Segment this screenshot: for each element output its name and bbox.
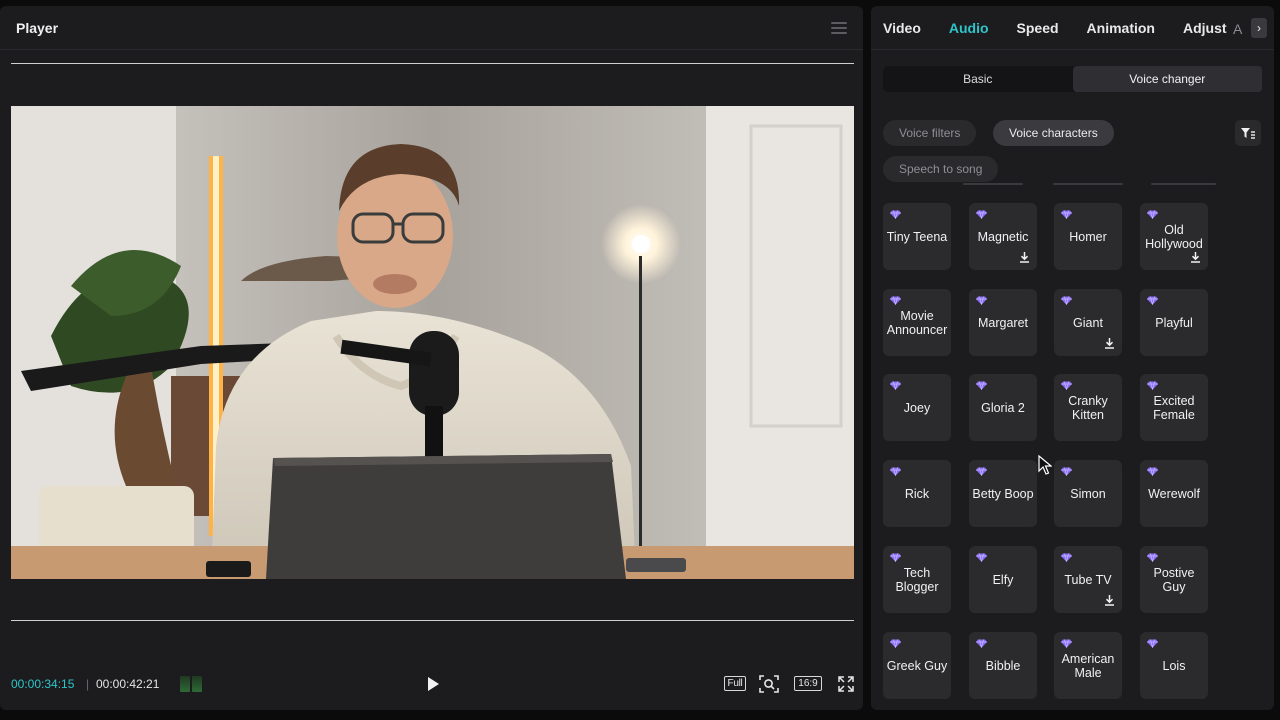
tab-overflow[interactable]: A bbox=[1233, 21, 1242, 37]
voice-card[interactable]: Elfy bbox=[969, 546, 1037, 613]
timeline-rule-top bbox=[11, 63, 854, 64]
audio-mode-switch: Basic Voice changer bbox=[883, 66, 1262, 92]
voice-card-label: Tech Blogger bbox=[895, 565, 939, 594]
zoom-icon[interactable] bbox=[759, 674, 779, 694]
video-preview[interactable] bbox=[11, 106, 854, 579]
voice-card-label: Betty Boop bbox=[972, 486, 1034, 501]
audio-level-meter bbox=[180, 676, 202, 692]
voice-card-label: Playful bbox=[1155, 315, 1193, 330]
voice-card[interactable]: Werewolf bbox=[1140, 460, 1208, 527]
voice-card[interactable]: Tube TV bbox=[1054, 546, 1122, 613]
chip-speech-to-song[interactable]: Speech to song bbox=[883, 156, 999, 182]
property-tabs: Video Audio Speed Animation Adjust A › bbox=[871, 6, 1274, 50]
row-divider bbox=[1151, 183, 1216, 185]
download-icon[interactable] bbox=[1104, 337, 1115, 349]
voice-card[interactable]: Greek Guy bbox=[883, 632, 951, 699]
properties-panel: Video Audio Speed Animation Adjust A › B… bbox=[871, 6, 1274, 710]
menu-icon[interactable] bbox=[831, 21, 847, 34]
chip-voice-characters[interactable]: Voice characters bbox=[993, 120, 1114, 146]
player-controls: 00:00:34:15 | 00:00:42:21 Full 16:9 bbox=[0, 666, 863, 702]
tab-video[interactable]: Video bbox=[883, 20, 921, 36]
timeline-rule-bottom bbox=[11, 620, 854, 621]
row-divider bbox=[1053, 183, 1123, 185]
voice-card[interactable]: Cranky Kitten bbox=[1054, 374, 1122, 441]
voice-card[interactable]: Joey bbox=[883, 374, 951, 441]
player-header: Player bbox=[0, 6, 863, 50]
voice-card[interactable]: Simon bbox=[1054, 460, 1122, 527]
voice-card-label: Lois bbox=[1162, 658, 1186, 673]
voice-card[interactable]: Magnetic bbox=[969, 203, 1037, 270]
voice-card-label: Homer bbox=[1069, 229, 1107, 244]
total-timecode: 00:00:42:21 bbox=[96, 677, 160, 691]
voice-card-label: American Male bbox=[1061, 651, 1115, 680]
voice-card-label: Elfy bbox=[992, 572, 1014, 587]
voice-card-label: Cranky Kitten bbox=[1068, 393, 1108, 422]
voice-card[interactable]: American Male bbox=[1054, 632, 1122, 699]
chip-voice-filters[interactable]: Voice filters bbox=[883, 120, 977, 146]
filter-icon[interactable] bbox=[1235, 120, 1261, 146]
voice-card-label: Joey bbox=[903, 400, 931, 415]
tab-adjust[interactable]: Adjust bbox=[1183, 20, 1227, 36]
voice-card[interactable]: Betty Boop bbox=[969, 460, 1037, 527]
row-divider bbox=[963, 183, 1023, 185]
voice-card[interactable]: Gloria 2 bbox=[969, 374, 1037, 441]
voice-card[interactable]: Bibble bbox=[969, 632, 1037, 699]
voice-card-label: Bibble bbox=[985, 658, 1021, 673]
voice-card-label: Movie Announcer bbox=[886, 308, 948, 337]
voice-card[interactable]: Giant bbox=[1054, 289, 1122, 356]
voice-card-label: Postive Guy bbox=[1153, 565, 1195, 594]
voice-card-label: Excited Female bbox=[1153, 393, 1195, 422]
tab-speed[interactable]: Speed bbox=[1017, 20, 1059, 36]
voice-card-label: Tiny Teena bbox=[886, 229, 948, 244]
voice-card[interactable]: Homer bbox=[1054, 203, 1122, 270]
download-icon[interactable] bbox=[1190, 251, 1201, 263]
voice-card[interactable]: Movie Announcer bbox=[883, 289, 951, 356]
mouse-cursor-icon bbox=[1038, 455, 1052, 475]
voice-card-label: Werewolf bbox=[1148, 486, 1200, 501]
voice-card[interactable]: Old Hollywood bbox=[1140, 203, 1208, 270]
video-frame bbox=[11, 106, 854, 579]
download-icon[interactable] bbox=[1019, 251, 1030, 263]
voice-card[interactable]: Postive Guy bbox=[1140, 546, 1208, 613]
player-panel: Player 00:00:34:15 | 00:00:42:21 Full 16… bbox=[0, 6, 863, 710]
voice-card[interactable]: Tiny Teena bbox=[883, 203, 951, 270]
download-icon[interactable] bbox=[1104, 594, 1115, 606]
aspect-ratio-button[interactable]: 16:9 bbox=[794, 676, 822, 691]
timecode-separator: | bbox=[86, 677, 90, 691]
voice-card-label: Rick bbox=[904, 486, 930, 501]
segment-basic[interactable]: Basic bbox=[883, 66, 1073, 92]
voice-card[interactable]: Rick bbox=[883, 460, 951, 527]
full-quality-button[interactable]: Full bbox=[724, 676, 746, 691]
voice-card-label: Simon bbox=[1070, 486, 1106, 501]
play-icon[interactable] bbox=[424, 674, 442, 694]
voice-card-label: Gloria 2 bbox=[981, 400, 1025, 415]
voice-card[interactable]: Excited Female bbox=[1140, 374, 1208, 441]
voice-card-label: Margaret bbox=[977, 315, 1029, 330]
voice-card[interactable]: Playful bbox=[1140, 289, 1208, 356]
tab-animation[interactable]: Animation bbox=[1087, 20, 1155, 36]
tab-audio[interactable]: Audio bbox=[949, 20, 989, 36]
segment-voice-changer[interactable]: Voice changer bbox=[1072, 66, 1262, 92]
player-title: Player bbox=[16, 19, 59, 36]
chevron-right-icon[interactable]: › bbox=[1251, 18, 1267, 38]
voice-card[interactable]: Margaret bbox=[969, 289, 1037, 356]
voice-card-label: Greek Guy bbox=[886, 658, 948, 673]
voice-card[interactable]: Lois bbox=[1140, 632, 1208, 699]
current-timecode: 00:00:34:15 bbox=[11, 677, 75, 691]
fullscreen-icon[interactable] bbox=[837, 674, 855, 694]
voice-card[interactable]: Tech Blogger bbox=[883, 546, 951, 613]
